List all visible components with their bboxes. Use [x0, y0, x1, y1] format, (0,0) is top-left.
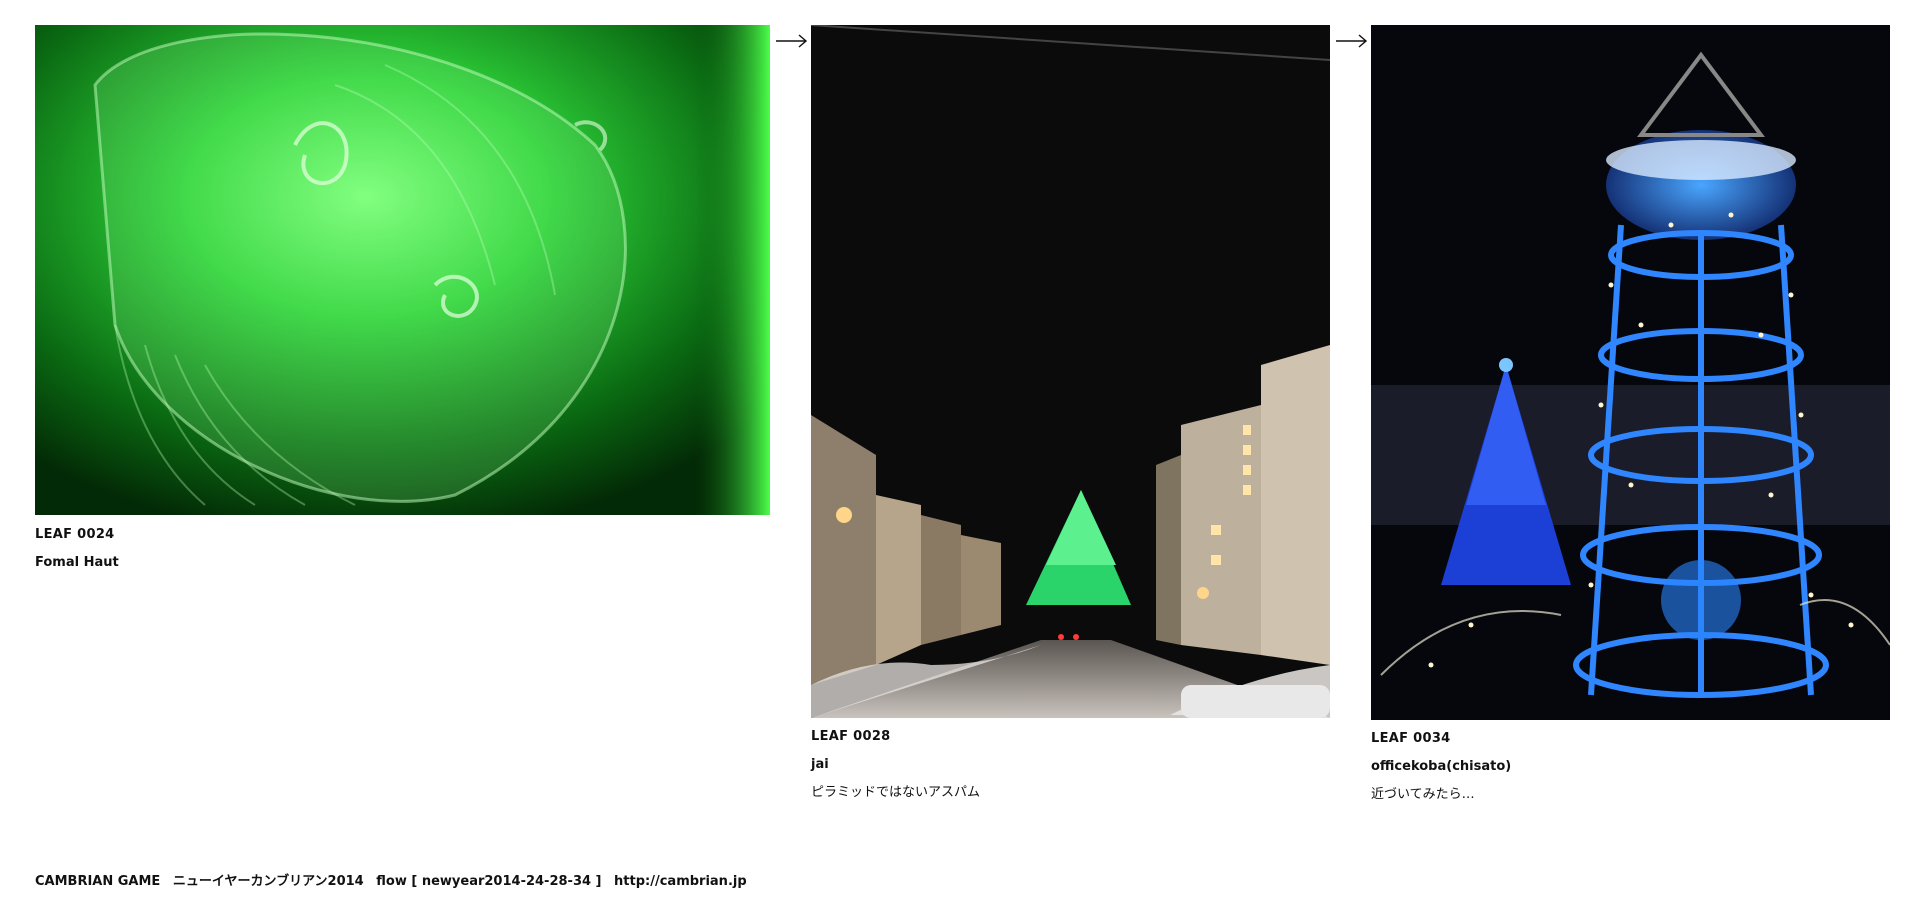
leaf-author[interactable]: officekoba(chisato) [1371, 759, 1511, 775]
leaf-id: LEAF 0028 [811, 729, 891, 744]
footer-brand[interactable]: CAMBRIAN GAME [35, 874, 160, 889]
leaf-photo-jellyfish[interactable] [35, 25, 770, 515]
leaf-author[interactable]: Fomal Haut [35, 555, 119, 571]
footer-flow: flow [ newyear2014-24-28-34 ] [376, 874, 602, 889]
leaf-author[interactable]: jai [811, 757, 829, 773]
leaf-comment: 近づいてみたら… [1371, 787, 1475, 802]
right-arrow-icon [1336, 34, 1368, 48]
footer: CAMBRIAN GAME ニューイヤーカンブリアン2014 flow [ ne… [35, 870, 755, 889]
leaf-id: LEAF 0034 [1371, 731, 1451, 746]
leaf-comment: ピラミッドではないアスパム [811, 785, 981, 800]
leaf-photo-night-street[interactable] [811, 25, 1330, 718]
leaf-photo-blue-tower[interactable] [1371, 25, 1890, 720]
leaf-id: LEAF 0024 [35, 527, 115, 542]
footer-event[interactable]: ニューイヤーカンブリアン2014 [173, 874, 364, 889]
footer-url-link[interactable]: http://cambrian.jp [614, 874, 747, 889]
right-arrow-icon [776, 34, 808, 48]
